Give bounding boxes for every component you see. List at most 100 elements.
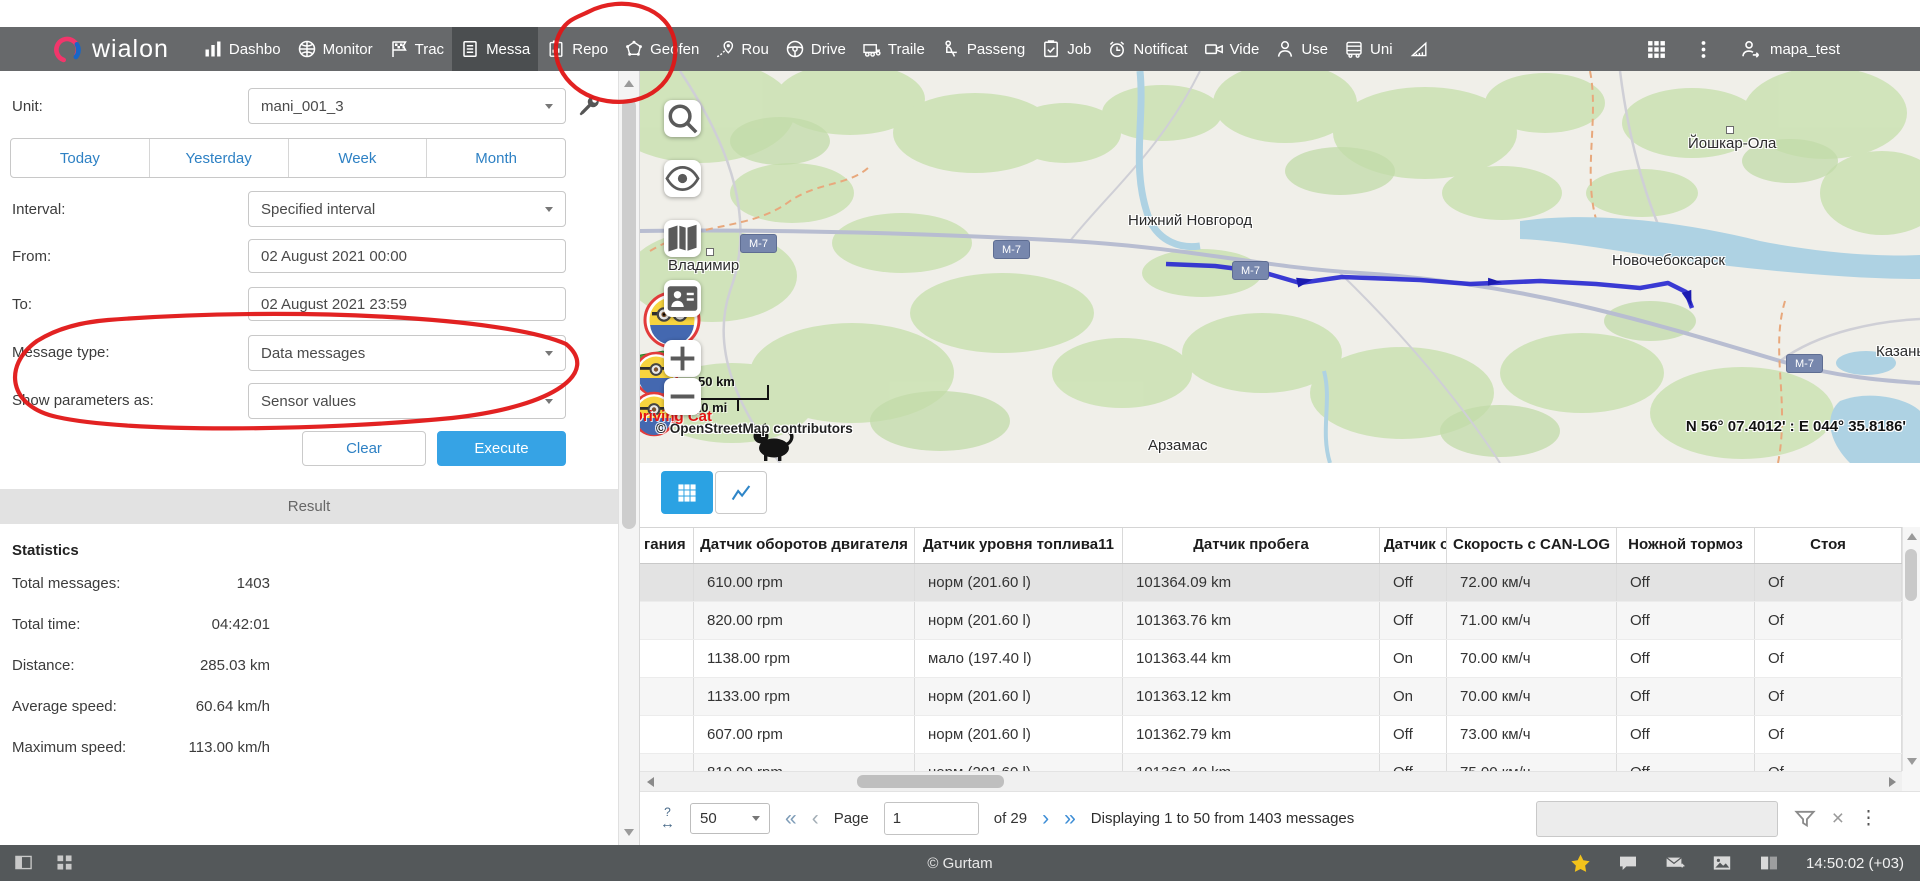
close-icon[interactable]: × bbox=[1832, 807, 1844, 831]
from-input[interactable]: 02 August 2021 00:00 bbox=[248, 239, 566, 273]
nav-item-notifications[interactable]: Notificat bbox=[1099, 27, 1195, 71]
nav-item-messages[interactable]: Messa bbox=[452, 27, 538, 71]
next-page-button[interactable]: › bbox=[1042, 807, 1049, 831]
table-header: ганияДатчик оборотов двигателяДатчик уро… bbox=[640, 528, 1902, 564]
column-header[interactable]: Датчик пробега bbox=[1123, 528, 1380, 563]
media-icon[interactable] bbox=[1712, 853, 1732, 873]
nav-item-reports[interactable]: Repo bbox=[538, 27, 616, 71]
prev-page-button[interactable]: ‹ bbox=[812, 807, 819, 831]
unit-select[interactable]: mani_001_3 bbox=[248, 88, 566, 124]
scrollbar-thumb[interactable] bbox=[622, 99, 636, 529]
reports-icon bbox=[546, 39, 566, 59]
map-search-button[interactable] bbox=[664, 100, 701, 137]
road-badge-m7: M-7 bbox=[1786, 354, 1823, 373]
column-header[interactable]: Датчик оборотов двигателя bbox=[694, 528, 915, 563]
wialon-logo-icon bbox=[52, 34, 82, 64]
passengers-icon bbox=[941, 39, 961, 59]
page-number-input[interactable] bbox=[884, 802, 979, 835]
scale-km-label: 50 km bbox=[698, 374, 735, 389]
map-driver-card-button[interactable] bbox=[664, 280, 701, 317]
more-menu-icon[interactable]: ⋮ bbox=[1859, 807, 1878, 830]
tab-yesterday[interactable]: Yesterday bbox=[150, 139, 289, 177]
table-row[interactable]: 1138.00 rpmмало (197.40 l)101363.44 kmOn… bbox=[640, 640, 1902, 678]
scroll-up-icon[interactable] bbox=[624, 80, 634, 87]
map-layers-button[interactable] bbox=[664, 220, 701, 257]
scroll-down-icon[interactable] bbox=[624, 829, 634, 836]
pagination-bar: ? ↔ 50 « ‹ Page of 29 › » Displaying 1 t… bbox=[640, 791, 1920, 845]
nav-item-units[interactable]: Uni bbox=[1336, 27, 1401, 71]
column-header[interactable]: Датчик уровня топлива11 bbox=[915, 528, 1123, 563]
apps-grid-icon[interactable] bbox=[1646, 39, 1667, 60]
map-visibility-button[interactable] bbox=[664, 160, 701, 197]
wialon-logo[interactable]: wialon bbox=[52, 34, 169, 64]
scroll-up-icon[interactable] bbox=[1907, 533, 1917, 540]
nav-item-video[interactable]: Vide bbox=[1196, 27, 1268, 71]
page-size-select[interactable]: 50 bbox=[690, 803, 770, 834]
tab-today[interactable]: Today bbox=[11, 139, 150, 177]
layout-icon[interactable] bbox=[1759, 853, 1779, 873]
table-cell: 1138.00 rpm bbox=[694, 640, 915, 677]
table-cell: норм (201.60 l) bbox=[915, 716, 1123, 753]
column-header[interactable]: Стоя bbox=[1755, 528, 1902, 563]
nav-item-routes[interactable]: Rou bbox=[707, 27, 777, 71]
scrollbar-thumb[interactable] bbox=[857, 775, 1004, 788]
stat-row: Distance:285.03 km bbox=[0, 657, 320, 677]
fit-columns-button[interactable]: ? ↔ bbox=[660, 807, 675, 830]
table-cell: Of bbox=[1755, 640, 1902, 677]
nav-item-tracks[interactable]: Trac bbox=[381, 27, 452, 71]
table-row[interactable]: 820.00 rpmнорм (201.60 l)101363.76 kmOff… bbox=[640, 602, 1902, 640]
nav-item-jobs[interactable]: Job bbox=[1033, 27, 1099, 71]
table-view-button[interactable] bbox=[661, 471, 713, 514]
nav-item-dashboard[interactable]: Dashbo bbox=[195, 27, 289, 71]
show-params-select[interactable]: Sensor values bbox=[248, 383, 566, 419]
zoom-out-button[interactable] bbox=[664, 378, 701, 415]
scroll-right-icon[interactable] bbox=[1882, 772, 1902, 792]
nav-item-label: Geofen bbox=[650, 41, 699, 58]
favorites-star-icon[interactable] bbox=[1570, 853, 1591, 874]
to-input[interactable]: 02 August 2021 23:59 bbox=[248, 287, 566, 321]
column-header[interactable]: гания bbox=[640, 528, 694, 563]
zoom-in-button[interactable] bbox=[664, 340, 701, 377]
unit-settings-button[interactable] bbox=[576, 93, 602, 119]
table-row[interactable]: 610.00 rpmнорм (201.60 l)101364.09 kmOff… bbox=[640, 564, 1902, 602]
nav-item-passengers[interactable]: Passeng bbox=[933, 27, 1033, 71]
kebab-menu-icon[interactable] bbox=[1693, 39, 1714, 60]
nav-item-users[interactable]: Use bbox=[1267, 27, 1336, 71]
filter-icon[interactable] bbox=[1793, 807, 1817, 831]
user-menu[interactable]: mapa_test bbox=[1740, 39, 1840, 60]
table-horizontal-scrollbar[interactable] bbox=[640, 771, 1902, 791]
nav-item-drivers[interactable]: Drive bbox=[777, 27, 854, 71]
interval-select[interactable]: Specified interval bbox=[248, 191, 566, 227]
map-canvas[interactable]: Йошкар-ОлаНижний НовгородВладимирНовочеб… bbox=[640, 71, 1920, 463]
scroll-down-icon[interactable] bbox=[1907, 758, 1917, 765]
nav-item-label: Trac bbox=[415, 41, 444, 58]
scroll-left-icon[interactable] bbox=[640, 772, 660, 792]
chat-icon[interactable] bbox=[1618, 853, 1638, 873]
scrollbar-thumb[interactable] bbox=[1905, 549, 1917, 601]
chart-view-button[interactable] bbox=[715, 471, 767, 514]
tab-week[interactable]: Week bbox=[289, 139, 428, 177]
last-page-button[interactable]: » bbox=[1064, 807, 1076, 831]
mail-send-icon[interactable] bbox=[1665, 853, 1685, 873]
tab-month[interactable]: Month bbox=[427, 139, 565, 177]
column-header[interactable]: Датчик о bbox=[1380, 528, 1447, 563]
nav-item-trailers[interactable]: Traile bbox=[854, 27, 933, 71]
nav-item-geofences[interactable]: Geofen bbox=[616, 27, 707, 71]
table-row[interactable]: 1133.00 rpmнорм (201.60 l)101363.12 kmOn… bbox=[640, 678, 1902, 716]
panel-scrollbar[interactable] bbox=[618, 71, 640, 845]
map-city-label: Йошкар-Ола bbox=[1688, 135, 1776, 152]
geofences-icon bbox=[624, 39, 644, 59]
column-header[interactable]: Скорость с CAN-LOG bbox=[1447, 528, 1617, 563]
table-vertical-scrollbar[interactable] bbox=[1902, 527, 1920, 771]
first-page-button[interactable]: « bbox=[785, 807, 797, 831]
table-cell: мало (197.40 l) bbox=[915, 640, 1123, 677]
table-cell: On bbox=[1380, 640, 1447, 677]
column-header[interactable]: Ножной тормоз bbox=[1617, 528, 1755, 563]
clear-button[interactable]: Clear bbox=[302, 431, 426, 466]
message-type-select[interactable]: Data messages bbox=[248, 335, 566, 371]
execute-button[interactable]: Execute bbox=[437, 431, 566, 466]
table-row[interactable]: 810.00 rpmнорм (201.60 l)101362.40 kmOff… bbox=[640, 754, 1902, 771]
nav-item-tools[interactable] bbox=[1401, 27, 1437, 71]
table-row[interactable]: 607.00 rpmнорм (201.60 l)101362.79 kmOff… bbox=[640, 716, 1902, 754]
nav-item-monitoring[interactable]: Monitor bbox=[289, 27, 381, 71]
